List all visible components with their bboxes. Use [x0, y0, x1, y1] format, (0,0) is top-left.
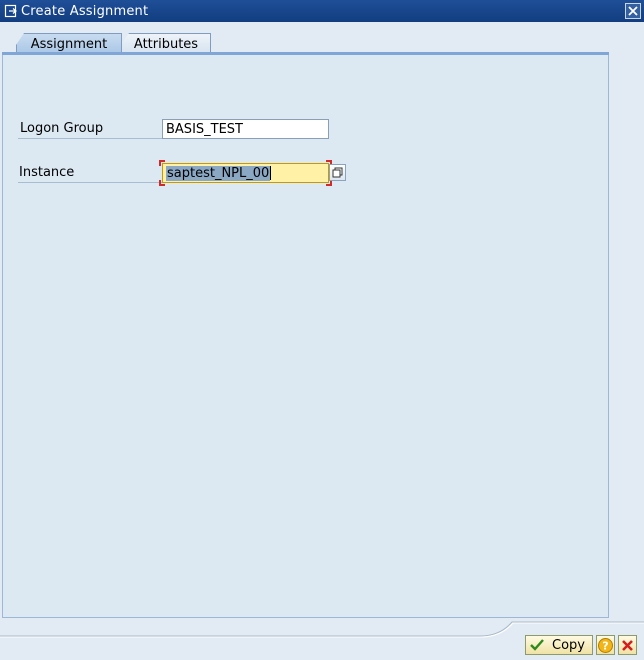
tab-attributes[interactable]: Attributes: [121, 33, 211, 54]
dialog-margin: [609, 22, 644, 618]
svg-text:?: ?: [602, 639, 608, 652]
tab-panel: [2, 55, 609, 618]
text-caret: [270, 166, 272, 180]
cancel-icon: [621, 639, 634, 652]
logon-group-field[interactable]: BASIS_TEST: [162, 119, 329, 139]
instance-value: saptest_NPL_00: [166, 165, 271, 181]
tab-strip-line: [2, 52, 609, 55]
checkmark-icon: [530, 639, 544, 651]
tab-assignment[interactable]: Assignment: [16, 33, 122, 54]
window-title: Create Assignment: [21, 3, 149, 19]
logon-group-label: Logon Group: [20, 121, 104, 136]
help-button[interactable]: ?: [596, 635, 615, 655]
logon-group-underline: [18, 138, 162, 139]
instance-label: Instance: [19, 165, 75, 180]
copy-label: Copy: [552, 637, 585, 653]
logon-group-value: BASIS_TEST: [166, 121, 243, 137]
cancel-button[interactable]: [618, 635, 637, 655]
instance-field[interactable]: saptest_NPL_00: [162, 163, 329, 183]
focus-corner-bl: [159, 180, 165, 186]
instance-underline: [18, 182, 162, 183]
tab-assignment-label: Assignment: [30, 36, 108, 52]
title-bar: Create Assignment: [0, 0, 644, 22]
value-help-icon[interactable]: [329, 164, 346, 181]
focus-corner-tl: [159, 160, 165, 166]
new-window-icon: [3, 3, 19, 19]
close-icon[interactable]: [625, 3, 641, 19]
tab-attributes-label: Attributes: [133, 36, 199, 52]
help-icon: ?: [598, 637, 613, 653]
copy-button[interactable]: Copy: [525, 635, 593, 655]
